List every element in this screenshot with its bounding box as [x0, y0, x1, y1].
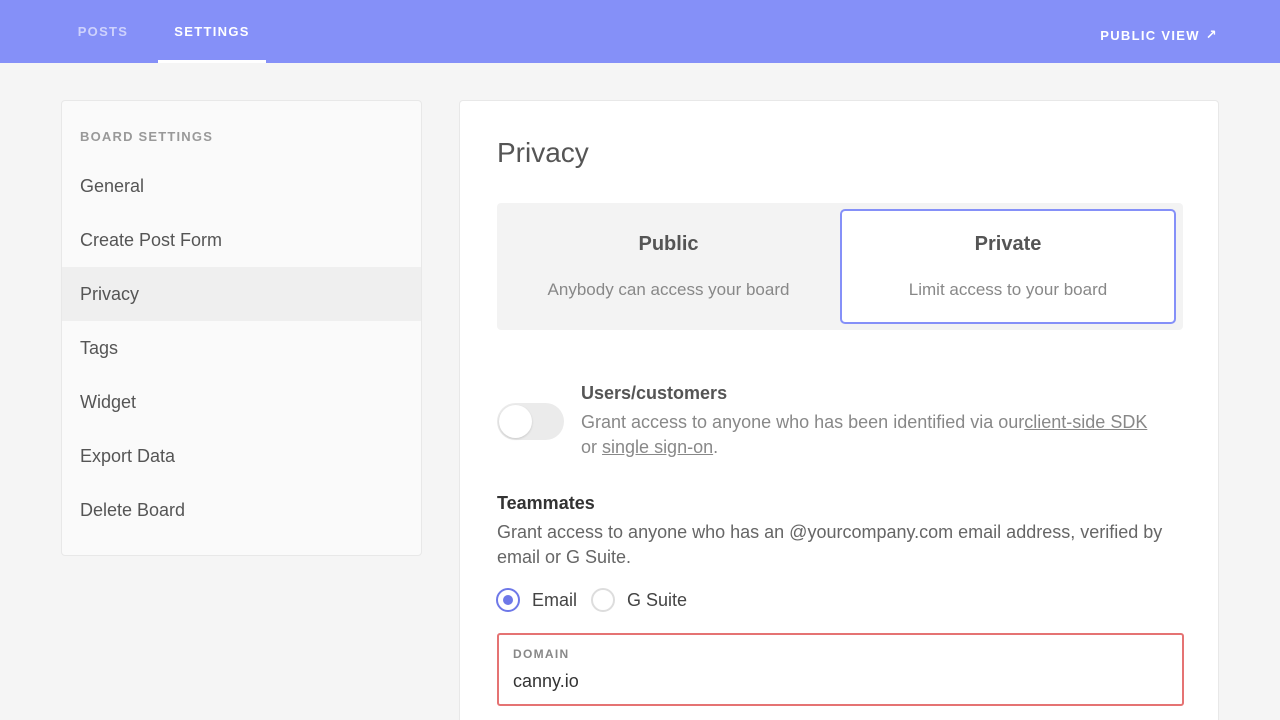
sidebar-item-delete-board[interactable]: Delete Board	[62, 483, 421, 537]
tab-settings[interactable]: SETTINGS	[158, 0, 266, 63]
sidebar-item-export-data[interactable]: Export Data	[62, 429, 421, 483]
email-radio-label: Email	[532, 589, 578, 610]
teammates-title: Teammates	[497, 493, 595, 513]
client-side-sdk-link[interactable]: client-side SDK	[1024, 412, 1147, 432]
radio-checked-icon	[496, 588, 520, 612]
users-customers-description: Grant access to anyone who has been iden…	[581, 410, 1186, 460]
sidebar-item-tags[interactable]: Tags	[62, 321, 421, 375]
top-nav-bar: POSTS SETTINGS PUBLIC VIEW ↗	[0, 0, 1280, 63]
email-radio[interactable]: Email	[496, 588, 577, 612]
domain-field[interactable]: DOMAIN canny.io	[497, 633, 1184, 706]
private-option-description: Limit access to your board	[908, 280, 1108, 299]
sidebar-item-create-post-form[interactable]: Create Post Form	[62, 213, 421, 267]
single-sign-on-link[interactable]: single sign-on	[602, 437, 713, 457]
g-suite-radio[interactable]: G Suite	[591, 588, 687, 612]
private-option-title: Private	[974, 233, 1042, 255]
verification-method-group: Email G Suite	[496, 588, 701, 612]
tab-posts[interactable]: POSTS	[62, 0, 144, 63]
teammates-section: Teammates Grant access to anyone who has…	[497, 493, 1187, 570]
public-option-title: Public	[638, 233, 699, 255]
sidebar-item-widget[interactable]: Widget	[62, 375, 421, 429]
domain-label: DOMAIN	[513, 647, 570, 661]
settings-sidebar: BOARD SETTINGS General Create Post Form …	[61, 100, 422, 556]
sidebar-item-privacy[interactable]: Privacy	[62, 267, 421, 321]
public-view-label: PUBLIC VIEW	[1100, 27, 1200, 43]
page-title: Privacy	[497, 137, 589, 168]
users-text-before: Grant access to anyone who has been iden…	[581, 412, 1025, 432]
toggle-knob	[499, 405, 532, 438]
sidebar-item-general[interactable]: General	[62, 159, 421, 213]
radio-unchecked-icon	[591, 588, 616, 612]
teammates-description: Grant access to anyone who has an @yourc…	[497, 522, 1163, 567]
sidebar-heading: BOARD SETTINGS	[80, 129, 214, 144]
users-customers-title: Users/customers	[581, 383, 728, 403]
public-option-description: Anybody can access your board	[547, 280, 790, 299]
privacy-mode-switch: Public Anybody can access your board Pri…	[497, 203, 1183, 330]
users-text-or: or	[581, 437, 598, 457]
g-suite-radio-label: G Suite	[627, 589, 688, 610]
private-option[interactable]: Private Limit access to your board	[840, 209, 1176, 324]
privacy-settings-card: Privacy Public Anybody can access your b…	[459, 100, 1219, 720]
domain-input[interactable]: canny.io	[513, 671, 579, 692]
users-customers-section: Users/customers Grant access to anyone w…	[581, 383, 1186, 460]
users-text-end: .	[713, 437, 719, 457]
users-customers-toggle[interactable]	[497, 403, 564, 440]
public-view-link[interactable]: PUBLIC VIEW ↗	[1100, 0, 1218, 70]
external-arrow-icon: ↗	[1205, 27, 1218, 42]
public-option[interactable]: Public Anybody can access your board	[497, 203, 840, 330]
